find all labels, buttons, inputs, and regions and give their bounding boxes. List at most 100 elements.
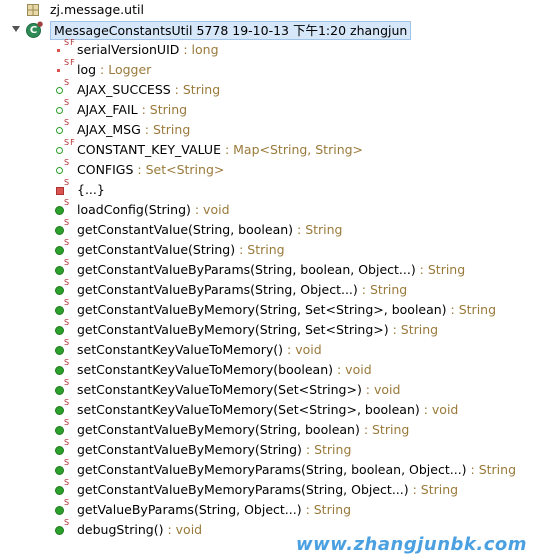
member-item[interactable]: SgetConstantValueByMemoryParams(String, …	[0, 479, 533, 500]
member-type: : void	[419, 402, 459, 417]
member-item[interactable]: SgetConstantValue(String, boolean) : Str…	[0, 219, 533, 240]
member-type: : String	[301, 502, 352, 517]
member-name: log	[77, 62, 97, 77]
member-item[interactable]: SgetConstantValueByMemoryParams(String, …	[0, 459, 533, 480]
member-item[interactable]: S AJAX_FAIL : String	[0, 98, 533, 120]
static-overlay-icon: S	[64, 358, 71, 367]
static-overlay-icon: S	[64, 278, 71, 287]
package-icon	[27, 4, 39, 16]
member-item[interactable]: SgetConstantValue(String) : String	[0, 238, 533, 260]
public-method-icon	[55, 426, 64, 435]
member-name: getConstantValue(String, boolean)	[77, 222, 294, 237]
member-name: {...}	[77, 182, 105, 197]
member-label: getConstantValueByMemoryParams(String, b…	[77, 460, 516, 480]
member-item[interactable]: SgetConstantValueByMemory(String, Set<St…	[0, 318, 533, 340]
member-item[interactable]: SgetConstantValueByParams(String, Object…	[0, 278, 533, 300]
member-item[interactable]: S AJAX_SUCCESS : String	[0, 78, 533, 100]
member-type: : String	[415, 262, 466, 277]
member-item[interactable]: SloadConfig(String) : void	[0, 198, 533, 220]
public-method-icon	[55, 326, 64, 335]
member-name: loadConfig(String)	[77, 202, 191, 217]
member-type: : long	[179, 42, 219, 57]
static-overlay-icon: S	[64, 198, 71, 207]
outline-tree: zj.message.util C ● MessageConstantsUtil…	[0, 0, 533, 540]
member-label: getConstantValueByMemory(String, boolean…	[77, 420, 409, 440]
public-method-icon	[55, 486, 64, 495]
public-method-icon	[55, 506, 64, 515]
public-method-icon	[55, 386, 64, 395]
member-item[interactable]: SgetConstantValueByMemory(String, Set<St…	[0, 299, 533, 320]
member-name: AJAX_MSG	[77, 122, 141, 137]
public-method-icon	[55, 446, 64, 455]
member-label: setConstantKeyValueToMemory(Set<String>,…	[77, 400, 458, 420]
member-type: : void	[283, 342, 322, 357]
member-name: getConstantValue(String)	[77, 242, 236, 257]
default-field-icon	[56, 127, 63, 134]
member-type: : Set<String>	[133, 162, 225, 177]
member-item[interactable]: SsetConstantKeyValueToMemory(Set<String>…	[0, 398, 533, 420]
member-type: : void	[190, 202, 230, 217]
member-label: setConstantKeyValueToMemory(boolean) : v…	[77, 360, 372, 380]
member-type: : String	[466, 462, 517, 477]
member-item[interactable]: S {...}	[0, 178, 533, 200]
member-name: AJAX_SUCCESS	[77, 82, 171, 97]
member-label: AJAX_SUCCESS : String	[77, 80, 220, 100]
member-item[interactable]: S CONFIGS : Set<String>	[0, 159, 533, 180]
static-overlay-icon: S	[64, 178, 71, 187]
member-item[interactable]: SF serialVersionUID : long	[0, 38, 533, 60]
member-label: getConstantValue(String) : String	[77, 240, 285, 260]
package-node[interactable]: zj.message.util	[0, 0, 533, 20]
default-field-icon	[56, 167, 63, 174]
member-label: setConstantKeyValueToMemory() : void	[77, 340, 322, 360]
member-name: setConstantKeyValueToMemory(Set<String>,…	[77, 402, 420, 417]
public-method-icon	[55, 346, 64, 355]
member-name: setConstantKeyValueToMemory()	[77, 342, 284, 357]
member-item[interactable]: SgetValueByParams(String, Object...) : S…	[0, 499, 533, 520]
member-name: CONFIGS	[77, 162, 134, 177]
member-label: log : Logger	[77, 60, 151, 80]
static-overlay-icon: S	[64, 318, 71, 327]
private-field-icon	[57, 49, 60, 52]
public-method-icon	[55, 526, 64, 535]
static-overlay-icon: S	[64, 78, 71, 87]
static-overlay-icon: S	[64, 118, 71, 127]
member-name: CONSTANT_KEY_VALUE	[77, 142, 221, 157]
watermark: www.zhangjunbk.com	[296, 534, 527, 555]
member-item[interactable]: SsetConstantKeyValueToMemory() : void	[0, 339, 533, 360]
private-field-icon	[57, 69, 60, 72]
public-method-icon	[55, 286, 64, 295]
member-type: : String	[170, 82, 221, 97]
member-label: CONSTANT_KEY_VALUE : Map<String, String>	[77, 140, 363, 160]
static-overlay-icon: SF	[64, 138, 76, 147]
member-name: getConstantValueByParams(String, Object.…	[77, 282, 358, 297]
default-field-icon	[56, 107, 63, 114]
class-node[interactable]: C ● MessageConstantsUtil 5778 19-10-13 下…	[0, 20, 533, 40]
member-type: : void	[333, 362, 372, 377]
static-overlay-icon: S	[64, 258, 71, 267]
static-overlay-icon: S	[64, 378, 71, 387]
member-label: getConstantValue(String, boolean) : Stri…	[77, 220, 343, 240]
member-type: : String	[301, 442, 352, 457]
member-label: getValueByParams(String, Object...) : St…	[77, 500, 351, 520]
member-item[interactable]: SgetConstantValueByMemory(String) : Stri…	[0, 439, 533, 460]
class-label: MessageConstantsUtil 5778 19-10-13 下午1:2…	[50, 21, 412, 40]
static-overlay-icon: S	[64, 238, 71, 247]
member-name: setConstantKeyValueToMemory(boolean)	[77, 362, 334, 377]
chevron-down-icon[interactable]	[12, 26, 20, 32]
static-overlay-icon: SF	[64, 38, 76, 47]
member-item[interactable]: SF CONSTANT_KEY_VALUE : Map<String, Strin…	[0, 138, 533, 160]
member-item[interactable]: SsetConstantKeyValueToMemory(boolean) : …	[0, 358, 533, 380]
member-label: CONFIGS : Set<String>	[77, 160, 224, 180]
public-method-icon	[55, 306, 64, 315]
member-item[interactable]: SsetConstantKeyValueToMemory(Set<String>…	[0, 378, 533, 400]
member-item[interactable]: SF log : Logger	[0, 59, 533, 80]
member-type: : String	[235, 242, 285, 257]
member-label: setConstantKeyValueToMemory(Set<String>)…	[77, 380, 400, 400]
static-overlay-icon: S	[64, 398, 71, 407]
static-overlay-icon: S	[64, 98, 71, 107]
member-item[interactable]: SgetConstantValueByParams(String, boolea…	[0, 258, 533, 280]
member-item[interactable]: SgetConstantValueByMemory(String, boolea…	[0, 419, 533, 440]
member-item[interactable]: S AJAX_MSG : String	[0, 118, 533, 140]
member-name: getConstantValueByMemory(String, boolean…	[77, 422, 360, 437]
member-type: : String	[408, 482, 459, 497]
